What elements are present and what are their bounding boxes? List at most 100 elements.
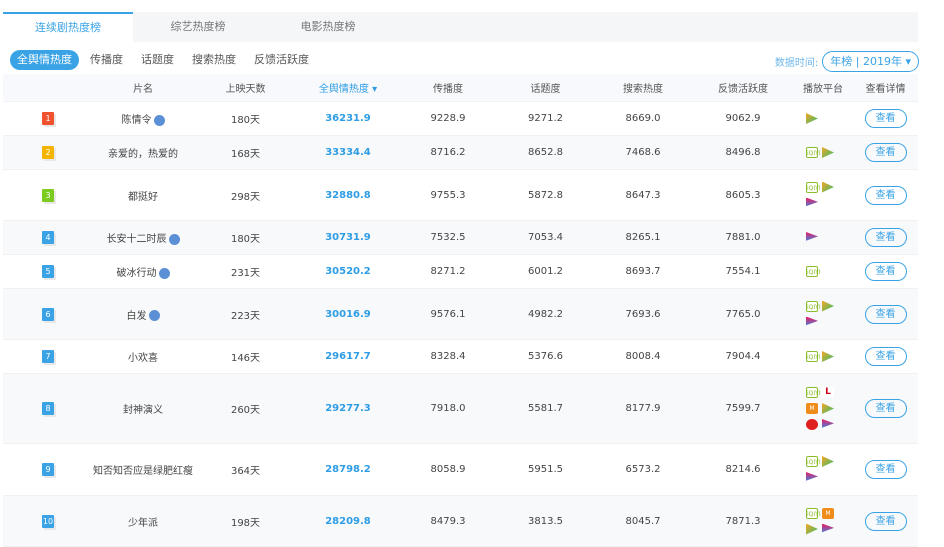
spread-value: 8328.4 <box>430 351 466 362</box>
feedback-value: 9062.9 <box>725 113 761 124</box>
show-title[interactable]: 小欢喜 <box>128 353 158 364</box>
rank-badge: 7 <box>42 350 54 363</box>
rank-badge: 2 <box>42 146 54 159</box>
rank-cell: 4 <box>3 231 93 244</box>
spread-value: 8058.9 <box>430 464 466 475</box>
youku-icon <box>806 197 818 207</box>
subtab-topic[interactable]: 话题度 <box>134 50 181 70</box>
view-detail-button[interactable]: 查看 <box>864 109 907 128</box>
spread-value: 8271.2 <box>430 266 466 277</box>
data-time-label: 数据时间: <box>774 58 819 69</box>
subtab-spread[interactable]: 传播度 <box>83 50 130 70</box>
detail-cell: 查看 <box>853 460 918 479</box>
subtab-feedback[interactable]: 反馈活跃度 <box>247 50 316 70</box>
rank-cell: 10 <box>3 514 93 528</box>
view-detail-button[interactable]: 查看 <box>864 460 907 479</box>
rank-cell: 3 <box>3 188 93 202</box>
view-detail-button[interactable]: 查看 <box>864 143 907 162</box>
exclusive-badge-icon <box>153 114 165 126</box>
spread-value: 7532.5 <box>430 232 466 243</box>
detail-cell: 查看 <box>853 185 918 205</box>
view-detail-button[interactable]: 查看 <box>864 185 907 205</box>
search-value: 8177.9 <box>625 403 661 414</box>
days-value: 198天 <box>230 517 261 529</box>
tencent-icon <box>822 147 834 158</box>
iqiyi-icon: iQIYI <box>806 387 821 398</box>
heat-value: 30520.2 <box>325 266 371 277</box>
rank-badge: 6 <box>42 307 54 321</box>
show-title[interactable]: 白发 <box>127 311 147 322</box>
iqiyi-icon: iQIYI <box>806 351 821 362</box>
search-value: 8693.7 <box>625 266 661 277</box>
table-row: 10 少年派 198天 28209.8 8479.3 3813.5 8045.7 7871.3… <box>3 496 918 547</box>
exclusive-badge-icon <box>158 267 170 279</box>
search-value: 8669.0 <box>625 113 661 124</box>
header-heat-sort[interactable]: 全舆情热度 ▾ <box>298 80 398 95</box>
view-detail-button[interactable]: 查看 <box>864 511 907 531</box>
show-title[interactable]: 破冰行动 <box>117 268 157 279</box>
heat-value: 29277.3 <box>325 403 371 414</box>
table-row: 5 破冰行动 231天 30520.2 8271.2 6001.2 8693.7 7554.1… <box>3 255 918 289</box>
table-row: 8 封神演义 260天 29277.3 7918.0 5581.7 8177.9 7599.7… <box>3 374 918 444</box>
youku-icon <box>822 523 834 533</box>
heat-value: 30016.9 <box>325 308 371 320</box>
search-value: 8265.1 <box>625 232 661 243</box>
youku-icon <box>806 316 818 326</box>
topic-value: 5872.8 <box>528 189 563 201</box>
search-value: 8045.7 <box>625 515 661 527</box>
show-title[interactable]: 少年派 <box>128 518 158 529</box>
title-cell: 白发 <box>93 307 193 322</box>
show-title[interactable]: 亲爱的，热爱的 <box>108 149 178 160</box>
view-detail-button[interactable]: 查看 <box>864 304 907 324</box>
subtab-search[interactable]: 搜索热度 <box>185 50 243 70</box>
rank-badge: 5 <box>42 265 54 278</box>
show-title[interactable]: 封神演义 <box>123 405 163 416</box>
chart-tabs: 连续剧热度榜 综艺热度榜 电影热度榜 <box>3 12 918 42</box>
heat-value: 32880.8 <box>325 189 371 201</box>
data-time: 数据时间: 年榜 | 2019年 ▾ <box>775 51 919 72</box>
heat-value: 36231.9 <box>325 113 371 124</box>
show-title[interactable]: 知否知否应是绿肥红瘦 <box>93 466 193 477</box>
rank-cell: 6 <box>3 307 93 321</box>
view-detail-button[interactable]: 查看 <box>864 262 907 281</box>
data-time-select[interactable]: 年榜 | 2019年 ▾ <box>822 51 919 72</box>
heat-value: 28209.8 <box>325 515 371 527</box>
rank-cell: 9 <box>3 463 93 476</box>
platform-cell: iQIYI L M <box>793 387 853 430</box>
show-title[interactable]: 长安十二时辰 <box>107 234 167 245</box>
topic-value: 8652.8 <box>528 147 563 158</box>
iqiyi-icon: iQIYI <box>806 507 821 519</box>
days-value: 260天 <box>230 405 261 416</box>
feedback-value: 8605.3 <box>725 189 761 201</box>
iqiyi-icon: iQIYI <box>806 147 821 158</box>
rank-cell: 5 <box>3 265 93 278</box>
table-row: 9 知否知否应是绿肥红瘦 364天 28798.2 8058.9 5951.5 6573.2… <box>3 444 918 496</box>
tab-movie[interactable]: 电影热度榜 <box>263 12 393 42</box>
platform-cell: iQIYI <box>793 300 853 328</box>
platform-cell: iQIYI <box>793 181 853 209</box>
sohu-icon <box>806 419 818 430</box>
detail-cell: 查看 <box>853 511 918 531</box>
topic-value: 7053.4 <box>528 232 563 243</box>
subtab-overall[interactable]: 全舆情热度 <box>10 50 79 70</box>
search-value: 8008.4 <box>625 351 661 362</box>
header-days: 上映天数 <box>225 84 266 95</box>
view-detail-button[interactable]: 查看 <box>864 228 907 247</box>
tab-drama[interactable]: 连续剧热度榜 <box>3 12 133 42</box>
tab-variety[interactable]: 综艺热度榜 <box>133 12 263 42</box>
view-detail-button[interactable]: 查看 <box>864 399 907 418</box>
table-header: 片名 上映天数 全舆情热度 ▾ 传播度 话题度 搜索热度 反馈活跃度 播放平台 … <box>3 74 918 102</box>
table-row: 2 亲爱的，热爱的 168天 33334.4 8716.2 8652.8 7468.6 849… <box>3 136 918 170</box>
title-cell: 破冰行动 <box>93 264 193 279</box>
title-cell: 亲爱的，热爱的 <box>93 145 193 160</box>
days-value: 298天 <box>230 191 261 203</box>
rank-badge: 4 <box>42 231 54 244</box>
rank-cell: 8 <box>3 402 93 415</box>
youku-icon <box>806 472 818 481</box>
show-title[interactable]: 都挺好 <box>128 192 158 203</box>
search-value: 6573.2 <box>625 464 661 475</box>
heat-value: 28798.2 <box>325 464 371 475</box>
show-title[interactable]: 陈情令 <box>122 115 152 126</box>
view-detail-button[interactable]: 查看 <box>864 347 907 366</box>
header-feedback: 反馈活跃度 <box>718 84 768 95</box>
